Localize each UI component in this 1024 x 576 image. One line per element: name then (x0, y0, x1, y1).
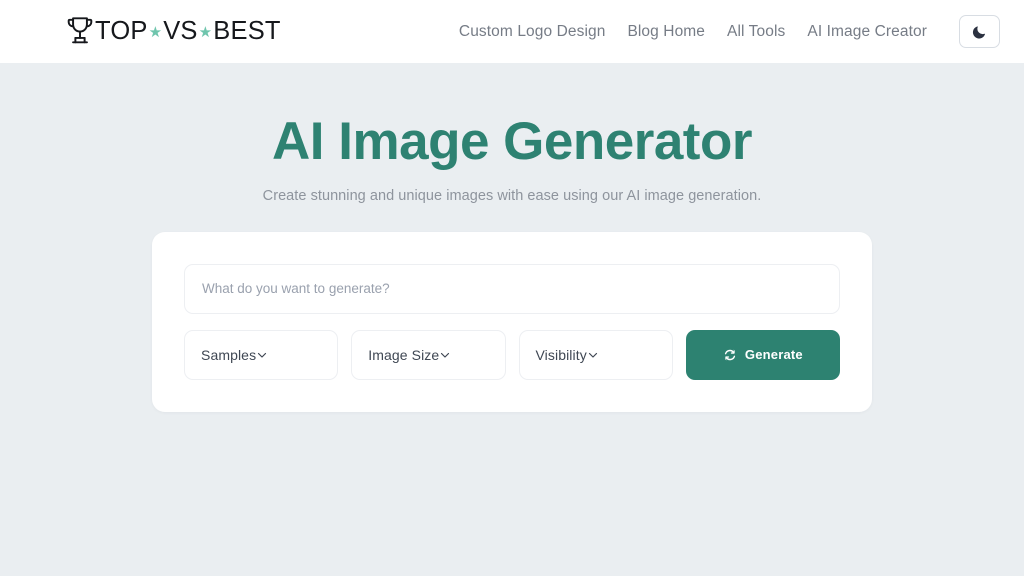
logo-text-vs: VS (163, 16, 198, 45)
chevron-down-icon (256, 349, 268, 361)
visibility-select-wrapper: Visibility (518, 329, 673, 380)
page-title: AI Image Generator (272, 112, 752, 171)
moon-icon (972, 24, 987, 39)
samples-select-label: Samples (201, 346, 257, 363)
star-icon-2: ★ (198, 24, 213, 41)
visibility-select-label: Visibility (535, 346, 587, 363)
chevron-down-icon (587, 349, 599, 361)
generate-button[interactable]: Generate (685, 329, 840, 380)
logo-text: TOP ★ VS ★ BEST (95, 16, 281, 45)
sync-icon (723, 348, 737, 362)
page-subtitle: Create stunning and unique images with e… (262, 187, 762, 204)
samples-select-wrapper: Samples (184, 329, 339, 380)
site-header: TOP ★ VS ★ BEST Custom Logo Design Blog … (0, 0, 1024, 63)
image-size-select-label: Image Size (368, 346, 440, 363)
generator-card: Samples Image Size (152, 231, 872, 412)
visibility-select[interactable]: Visibility (518, 329, 673, 380)
generate-button-label: Generate (744, 347, 803, 363)
main-content: AI Image Generator Create stunning and u… (0, 63, 1024, 412)
star-icon-1: ★ (148, 24, 163, 41)
nav-link-all-tools[interactable]: All Tools (716, 23, 796, 41)
trophy-icon (66, 17, 95, 46)
theme-toggle-button[interactable] (959, 15, 1000, 48)
chevron-down-icon (439, 349, 451, 361)
main-navigation: Custom Logo Design Blog Home All Tools A… (448, 15, 1000, 48)
logo-text-best: BEST (213, 16, 281, 45)
samples-select[interactable]: Samples (184, 329, 339, 380)
generator-controls: Samples Image Size Visibility Generate (184, 329, 840, 380)
nav-link-custom-logo-design[interactable]: Custom Logo Design (448, 23, 617, 41)
prompt-input[interactable] (184, 263, 840, 314)
nav-link-ai-image-creator[interactable]: AI Image Creator (796, 23, 938, 41)
nav-link-blog-home[interactable]: Blog Home (616, 23, 716, 41)
image-size-select[interactable]: Image Size (351, 329, 506, 380)
image-size-select-wrapper: Image Size (351, 329, 506, 380)
site-logo[interactable]: TOP ★ VS ★ BEST (66, 17, 281, 46)
logo-text-top: TOP (95, 16, 148, 45)
